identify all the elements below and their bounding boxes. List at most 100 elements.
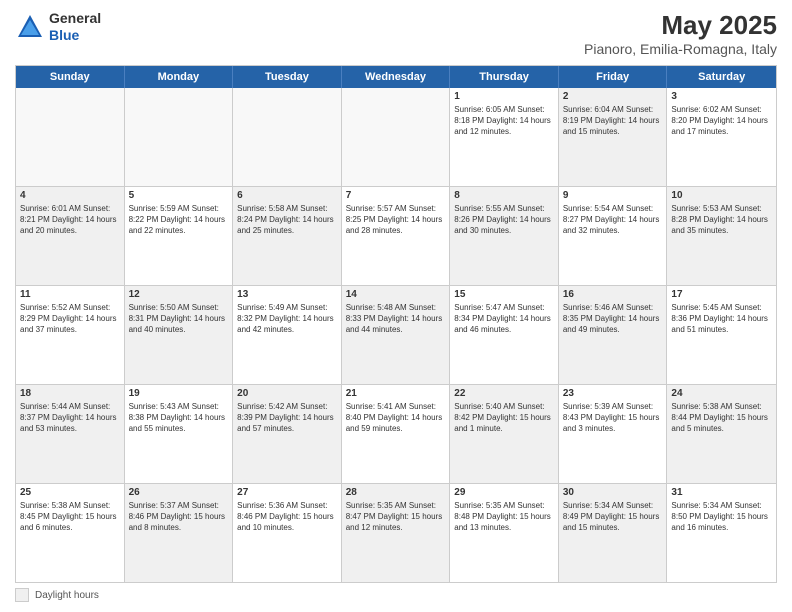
day-of-week-header: Tuesday xyxy=(233,66,342,88)
cell-info: Sunrise: 5:34 AM Sunset: 8:50 PM Dayligh… xyxy=(671,500,772,534)
cell-info: Sunrise: 5:42 AM Sunset: 8:39 PM Dayligh… xyxy=(237,401,337,435)
cell-info: Sunrise: 5:52 AM Sunset: 8:29 PM Dayligh… xyxy=(20,302,120,336)
page-title: May 2025 xyxy=(584,10,777,41)
calendar-cell: 25 Sunrise: 5:38 AM Sunset: 8:45 PM Dayli… xyxy=(16,484,125,582)
logo: General Blue xyxy=(15,10,101,44)
day-number: 14 xyxy=(346,289,446,300)
cell-info: Sunrise: 5:34 AM Sunset: 8:49 PM Dayligh… xyxy=(563,500,663,534)
calendar-cell xyxy=(233,88,342,186)
calendar: SundayMondayTuesdayWednesdayThursdayFrid… xyxy=(15,65,777,583)
calendar-cell: 4 Sunrise: 6:01 AM Sunset: 8:21 PM Daylig… xyxy=(16,187,125,285)
calendar-cell: 27 Sunrise: 5:36 AM Sunset: 8:46 PM Dayli… xyxy=(233,484,342,582)
cell-info: Sunrise: 5:35 AM Sunset: 8:47 PM Dayligh… xyxy=(346,500,446,534)
day-of-week-header: Sunday xyxy=(16,66,125,88)
cell-info: Sunrise: 5:38 AM Sunset: 8:45 PM Dayligh… xyxy=(20,500,120,534)
cell-info: Sunrise: 5:41 AM Sunset: 8:40 PM Dayligh… xyxy=(346,401,446,435)
calendar-cell: 26Sunrise: 5:37 AM Sunset: 8:46 PM Dayli… xyxy=(125,484,234,582)
day-number: 2 xyxy=(563,91,663,102)
day-number: 24 xyxy=(671,388,772,399)
day-number: 29 xyxy=(454,487,554,498)
day-number: 3 xyxy=(671,91,772,102)
calendar-cell: 5 Sunrise: 5:59 AM Sunset: 8:22 PM Daylig… xyxy=(125,187,234,285)
day-number: 12 xyxy=(129,289,229,300)
cell-info: Sunrise: 5:40 AM Sunset: 8:42 PM Dayligh… xyxy=(454,401,554,435)
calendar-cell: 9Sunrise: 5:54 AM Sunset: 8:27 PM Daylig… xyxy=(559,187,668,285)
day-number: 23 xyxy=(563,388,663,399)
day-number: 5 xyxy=(129,190,229,201)
day-number: 31 xyxy=(671,487,772,498)
day-of-week-header: Friday xyxy=(559,66,668,88)
day-number: 25 xyxy=(20,487,120,498)
cell-info: Sunrise: 5:47 AM Sunset: 8:34 PM Dayligh… xyxy=(454,302,554,336)
day-number: 11 xyxy=(20,289,120,300)
cell-info: Sunrise: 6:05 AM Sunset: 8:18 PM Dayligh… xyxy=(454,104,554,138)
cell-info: Sunrise: 5:48 AM Sunset: 8:33 PM Dayligh… xyxy=(346,302,446,336)
day-of-week-header: Monday xyxy=(125,66,234,88)
day-number: 7 xyxy=(346,190,446,201)
calendar-cell: 29 Sunrise: 5:35 AM Sunset: 8:48 PM Dayli… xyxy=(450,484,559,582)
calendar-cell xyxy=(342,88,451,186)
day-number: 4 xyxy=(20,190,120,201)
calendar-cell: 17 Sunrise: 5:45 AM Sunset: 8:36 PM Dayli… xyxy=(667,286,776,384)
day-number: 1 xyxy=(454,91,554,102)
day-number: 20 xyxy=(237,388,337,399)
calendar-cell: 20 Sunrise: 5:42 AM Sunset: 8:39 PM Dayli… xyxy=(233,385,342,483)
day-number: 26 xyxy=(129,487,229,498)
cell-info: Sunrise: 5:46 AM Sunset: 8:35 PM Dayligh… xyxy=(563,302,663,336)
calendar-cell: 21Sunrise: 5:41 AM Sunset: 8:40 PM Dayli… xyxy=(342,385,451,483)
cell-info: Sunrise: 5:45 AM Sunset: 8:36 PM Dayligh… xyxy=(671,302,772,336)
day-number: 19 xyxy=(129,388,229,399)
cell-info: Sunrise: 5:44 AM Sunset: 8:37 PM Dayligh… xyxy=(20,401,120,435)
cell-info: Sunrise: 5:39 AM Sunset: 8:43 PM Dayligh… xyxy=(563,401,663,435)
cell-info: Sunrise: 6:01 AM Sunset: 8:21 PM Dayligh… xyxy=(20,203,120,237)
cell-info: Sunrise: 5:58 AM Sunset: 8:24 PM Dayligh… xyxy=(237,203,337,237)
day-number: 8 xyxy=(454,190,554,201)
calendar-cell: 30 Sunrise: 5:34 AM Sunset: 8:49 PM Dayli… xyxy=(559,484,668,582)
calendar-week-row: 1 Sunrise: 6:05 AM Sunset: 8:18 PM Daylig… xyxy=(16,88,776,187)
cell-info: Sunrise: 5:38 AM Sunset: 8:44 PM Dayligh… xyxy=(671,401,772,435)
cell-info: Sunrise: 5:35 AM Sunset: 8:48 PM Dayligh… xyxy=(454,500,554,534)
day-number: 6 xyxy=(237,190,337,201)
calendar-cell: 23 Sunrise: 5:39 AM Sunset: 8:43 PM Dayli… xyxy=(559,385,668,483)
calendar-cell: 1 Sunrise: 6:05 AM Sunset: 8:18 PM Daylig… xyxy=(450,88,559,186)
calendar-cell: 28 Sunrise: 5:35 AM Sunset: 8:47 PM Dayli… xyxy=(342,484,451,582)
legend-box xyxy=(15,588,29,602)
day-number: 30 xyxy=(563,487,663,498)
calendar-cell: 31 Sunrise: 5:34 AM Sunset: 8:50 PM Dayli… xyxy=(667,484,776,582)
calendar-cell: 2 Sunrise: 6:04 AM Sunset: 8:19 PM Daylig… xyxy=(559,88,668,186)
day-of-week-header: Wednesday xyxy=(342,66,451,88)
calendar-cell: 24 Sunrise: 5:38 AM Sunset: 8:44 PM Dayli… xyxy=(667,385,776,483)
cell-info: Sunrise: 5:57 AM Sunset: 8:25 PM Dayligh… xyxy=(346,203,446,237)
logo-icon xyxy=(15,12,45,42)
calendar-cell: 19Sunrise: 5:43 AM Sunset: 8:38 PM Dayli… xyxy=(125,385,234,483)
legend-label: Daylight hours xyxy=(35,590,99,601)
calendar-cell: 16Sunrise: 5:46 AM Sunset: 8:35 PM Dayli… xyxy=(559,286,668,384)
day-number: 27 xyxy=(237,487,337,498)
day-number: 10 xyxy=(671,190,772,201)
day-number: 13 xyxy=(237,289,337,300)
calendar-cell xyxy=(16,88,125,186)
calendar-cell: 14 Sunrise: 5:48 AM Sunset: 8:33 PM Dayli… xyxy=(342,286,451,384)
cell-info: Sunrise: 6:04 AM Sunset: 8:19 PM Dayligh… xyxy=(563,104,663,138)
calendar-cell: 7 Sunrise: 5:57 AM Sunset: 8:25 PM Daylig… xyxy=(342,187,451,285)
calendar-cell: 18 Sunrise: 5:44 AM Sunset: 8:37 PM Dayli… xyxy=(16,385,125,483)
page: General Blue May 2025 Pianoro, Emilia-Ro… xyxy=(0,0,792,612)
calendar-header: SundayMondayTuesdayWednesdayThursdayFrid… xyxy=(16,66,776,88)
calendar-cell: 10Sunrise: 5:53 AM Sunset: 8:28 PM Dayli… xyxy=(667,187,776,285)
logo-text: General Blue xyxy=(49,10,101,44)
page-subtitle: Pianoro, Emilia-Romagna, Italy xyxy=(584,41,777,57)
day-of-week-header: Thursday xyxy=(450,66,559,88)
cell-info: Sunrise: 5:36 AM Sunset: 8:46 PM Dayligh… xyxy=(237,500,337,534)
day-number: 18 xyxy=(20,388,120,399)
calendar-week-row: 11 Sunrise: 5:52 AM Sunset: 8:29 PM Dayli… xyxy=(16,286,776,385)
calendar-week-row: 18 Sunrise: 5:44 AM Sunset: 8:37 PM Dayli… xyxy=(16,385,776,484)
day-number: 28 xyxy=(346,487,446,498)
day-of-week-header: Saturday xyxy=(667,66,776,88)
calendar-cell: 12Sunrise: 5:50 AM Sunset: 8:31 PM Dayli… xyxy=(125,286,234,384)
day-number: 17 xyxy=(671,289,772,300)
cell-info: Sunrise: 5:59 AM Sunset: 8:22 PM Dayligh… xyxy=(129,203,229,237)
calendar-body: 1 Sunrise: 6:05 AM Sunset: 8:18 PM Daylig… xyxy=(16,88,776,582)
day-number: 22 xyxy=(454,388,554,399)
header: General Blue May 2025 Pianoro, Emilia-Ro… xyxy=(15,10,777,57)
day-number: 9 xyxy=(563,190,663,201)
